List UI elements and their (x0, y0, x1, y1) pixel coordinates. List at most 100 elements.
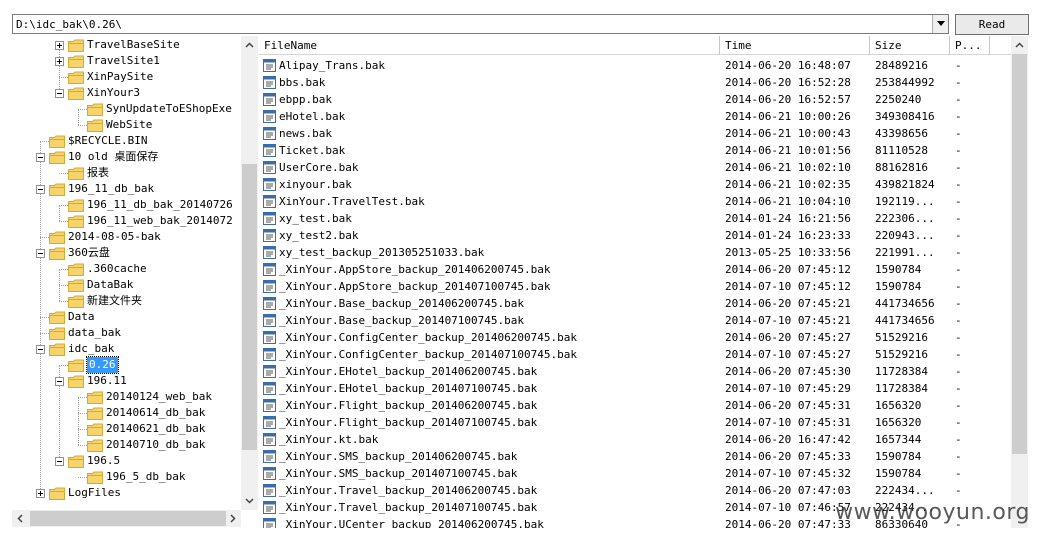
tree-node-label[interactable]: TravelSite1 (87, 53, 160, 69)
file-row[interactable]: _XinYour.SMS_backup_201406200745.bak 2014… (259, 448, 1011, 465)
tree-vertical-scrollbar[interactable] (241, 36, 258, 510)
folder-icon (87, 407, 103, 420)
tree-node-label[interactable]: DataBak (87, 277, 133, 293)
folder-tree[interactable]: TravelBaseSite TravelSite1 XinPaySite XinYo… (12, 36, 242, 510)
tree-node-label[interactable]: 196.5 (87, 453, 120, 469)
file-row[interactable]: news.bak 2014-06-21 10:00:43 43398656 - (259, 125, 1011, 142)
tree-node-label[interactable]: SynUpdateToEShopExe (106, 101, 232, 117)
tree-connector-line (59, 365, 68, 366)
file-row[interactable]: _XinYour.AppStore_backup_201407100745.ba… (259, 278, 1011, 295)
tree-node-label[interactable]: .360cache (87, 261, 147, 277)
expand-plus-icon[interactable] (55, 57, 64, 66)
column-header-time[interactable]: Time (720, 36, 870, 55)
tree-node-label[interactable]: 196_11_db_bak (68, 181, 154, 197)
file-row[interactable]: _XinYour.ConfigCenter_backup_20140710074… (259, 346, 1011, 363)
file-name: _XinYour.UCenter_backup_201406200745.bak (279, 518, 544, 528)
file-row[interactable]: xy_test_backup_201305251033.bak 2013-05-2… (259, 244, 1011, 261)
file-row[interactable]: _XinYour.ConfigCenter_backup_20140620074… (259, 329, 1011, 346)
tree-node-label[interactable]: 196_5_db_bak (106, 469, 185, 485)
scroll-up-arrow-icon[interactable] (1015, 41, 1024, 50)
tree-node-label[interactable]: 196.11 (87, 373, 127, 389)
tree-node-label[interactable]: LogFiles (68, 485, 121, 501)
tree-node-label[interactable]: 196_11_db_bak_20140726 (87, 197, 233, 213)
file-row[interactable]: _XinYour.kt.bak 2014-06-20 16:47:42 165734… (259, 431, 1011, 448)
collapse-minus-icon[interactable] (36, 153, 45, 162)
tree-node-label[interactable]: TravelBaseSite (87, 37, 180, 53)
tree-node-label[interactable]: 报表 (87, 165, 109, 181)
dropdown-arrow-icon[interactable] (932, 15, 948, 33)
tree-connector-line (40, 349, 41, 493)
expand-plus-icon[interactable] (55, 41, 64, 50)
tree-node-label[interactable]: Data (68, 309, 95, 325)
file-list-vertical-scrollbar[interactable] (1011, 36, 1028, 528)
file-row[interactable]: _XinYour.AppStore_backup_201406200745.ba… (259, 261, 1011, 278)
file-size: 81110528 (875, 144, 928, 157)
file-row[interactable]: _XinYour.Base_backup_201407100745.bak 201… (259, 312, 1011, 329)
collapse-minus-icon[interactable] (36, 185, 45, 194)
tree-node-label[interactable]: 20140614_db_bak (106, 405, 205, 421)
tree-node-label[interactable]: 新建文件夹 (87, 293, 142, 309)
path-combobox[interactable]: D:\idc_bak\0.26\ (12, 14, 949, 34)
scroll-right-arrow-icon[interactable] (228, 514, 237, 523)
file-p: - (955, 229, 962, 242)
tree-node-label[interactable]: idc_bak (68, 341, 114, 357)
tree-node-label[interactable]: 20140124_web_bak (106, 389, 212, 405)
collapse-minus-icon[interactable] (36, 249, 45, 258)
tree-horizontal-scrollbar[interactable] (12, 510, 241, 527)
file-row[interactable]: _XinYour.Base_backup_201406200745.bak 201… (259, 295, 1011, 312)
expand-plus-icon[interactable] (36, 489, 45, 498)
collapse-minus-icon[interactable] (36, 345, 45, 354)
file-list-vertical-scroll-thumb[interactable] (1012, 54, 1027, 454)
tree-node-label[interactable]: 0.26 (86, 356, 119, 374)
file-row[interactable]: Alipay_Trans.bak 2014-06-20 16:48:07 28489… (259, 57, 1011, 74)
tree-vertical-scroll-thumb[interactable] (242, 164, 257, 450)
file-row[interactable]: _XinYour.EHotel_backup_201407100745.bak 2… (259, 380, 1011, 397)
tree-node-label[interactable]: WebSite (106, 117, 152, 133)
file-p: - (955, 161, 962, 174)
tree-node-label[interactable]: XinPaySite (87, 69, 153, 85)
file-size: 51529216 (875, 331, 928, 344)
path-text[interactable]: D:\idc_bak\0.26\ (16, 18, 122, 31)
file-p: - (955, 246, 962, 259)
column-header-p[interactable]: P... (950, 36, 990, 55)
file-row[interactable]: xy_test2.bak 2014-01-24 16:23:33 220943...… (259, 227, 1011, 244)
file-row[interactable]: eHotel.bak 2014-06-21 10:00:26 349308416 - (259, 108, 1011, 125)
file-size: 349308416 (875, 110, 935, 123)
read-button[interactable]: Read (955, 14, 1029, 35)
file-row[interactable]: ebpp.bak 2014-06-20 16:52:57 2250240 - (259, 91, 1011, 108)
tree-node-label[interactable]: $RECYCLE.BIN (68, 133, 147, 149)
tree-node-label[interactable]: 360云盘 (68, 245, 110, 261)
file-row[interactable]: _XinYour.Travel_backup_201406200745.bak 2… (259, 482, 1011, 499)
collapse-minus-icon[interactable] (55, 377, 64, 386)
file-row[interactable]: UserCore.bak 2014-06-21 10:02:10 88162816 - (259, 159, 1011, 176)
tree-node-label[interactable]: 20140710_db_bak (106, 437, 205, 453)
tree-node-label[interactable]: data_bak (68, 325, 121, 341)
file-name: _XinYour.kt.bak (279, 433, 379, 446)
file-row[interactable]: xy_test.bak 2014-01-24 16:21:56 222306... - (259, 210, 1011, 227)
tree-node-label[interactable]: 20140621_db_bak (106, 421, 205, 437)
tree-horizontal-scroll-thumb[interactable] (30, 511, 226, 526)
file-row[interactable]: bbs.bak 2014-06-20 16:52:28 253844992 - (259, 74, 1011, 91)
tree-node-label[interactable]: 196_11_web_bak_2014072 (87, 213, 233, 229)
file-row[interactable]: Ticket.bak 2014-06-21 10:01:56 81110528 - (259, 142, 1011, 159)
collapse-minus-icon[interactable] (55, 89, 64, 98)
tree-node-label[interactable]: 2014-08-05-bak (68, 229, 161, 245)
file-icon (263, 263, 276, 276)
folder-icon (49, 151, 65, 164)
file-row[interactable]: _XinYour.EHotel_backup_201406200745.bak 2… (259, 363, 1011, 380)
tree-node-label[interactable]: XinYour3 (87, 85, 140, 101)
tree-node-label[interactable]: 10 old 桌面保存 (68, 149, 158, 165)
file-row[interactable]: _XinYour.Flight_backup_201407100745.bak 2… (259, 414, 1011, 431)
column-header-filename[interactable]: FileName (259, 36, 720, 55)
collapse-minus-icon[interactable] (55, 457, 64, 466)
file-row[interactable]: _XinYour.Flight_backup_201406200745.bak 2… (259, 397, 1011, 414)
scroll-down-arrow-icon[interactable] (245, 496, 254, 505)
file-row[interactable]: _XinYour.SMS_backup_201407100745.bak 2014… (259, 465, 1011, 482)
file-row[interactable]: xinyour.bak 2014-06-21 10:02:35 439821824 - (259, 176, 1011, 193)
file-row[interactable]: XinYour.TravelTest.bak 2014-06-21 10:04:1… (259, 193, 1011, 210)
file-icon (263, 110, 276, 123)
file-list[interactable]: FileName Time Size P... Alipay_Trans.bak… (259, 36, 1011, 528)
column-header-size[interactable]: Size (870, 36, 950, 55)
scroll-left-arrow-icon[interactable] (16, 514, 25, 523)
scroll-up-arrow-icon[interactable] (245, 41, 254, 50)
